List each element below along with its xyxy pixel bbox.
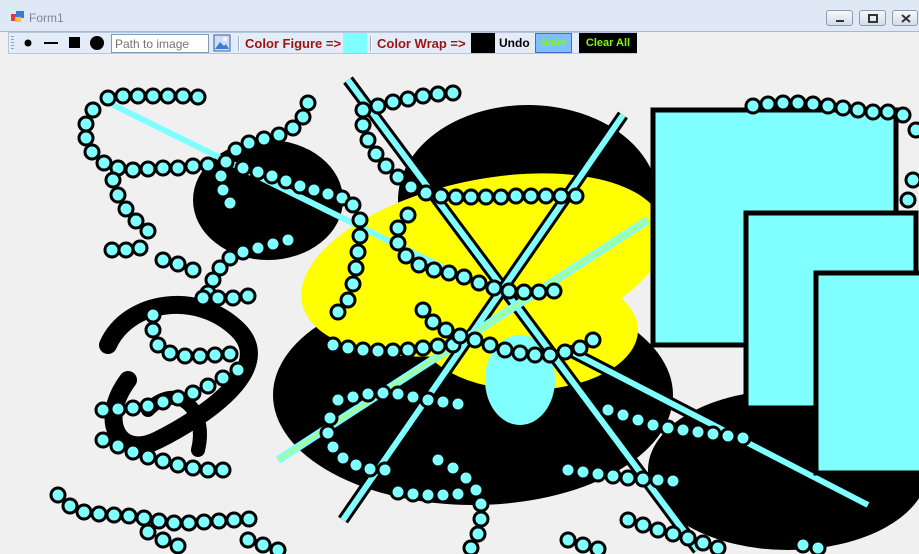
- title-bar: Form1: [0, 0, 919, 32]
- small-dot-icon[interactable]: [21, 33, 35, 53]
- wrap-color-swatch[interactable]: [471, 33, 495, 53]
- window-title: Form1: [29, 11, 64, 25]
- separator: [238, 36, 240, 51]
- image-icon[interactable]: [213, 34, 231, 54]
- drawing-canvas[interactable]: [8, 54, 919, 554]
- figure-color-swatch[interactable]: [343, 33, 367, 53]
- large-dot-icon[interactable]: [88, 33, 106, 53]
- color-wrap-label: Color Wrap =>: [377, 36, 466, 51]
- minimize-icon: [836, 20, 844, 22]
- square-icon[interactable]: [67, 33, 81, 53]
- path-input[interactable]: [111, 34, 209, 53]
- app-icon: [11, 11, 24, 22]
- maximize-icon: [868, 14, 878, 23]
- minimize-button[interactable]: [826, 10, 853, 26]
- toolbar-grip[interactable]: [11, 36, 14, 51]
- maximize-button[interactable]: [859, 10, 886, 26]
- color-figure-label: Color Figure =>: [245, 36, 342, 51]
- save-button[interactable]: Save: [535, 33, 572, 53]
- separator: [370, 36, 372, 51]
- clear-all-button[interactable]: Clear All: [579, 33, 637, 53]
- line-icon[interactable]: [42, 33, 60, 53]
- undo-button[interactable]: Undo: [499, 36, 530, 50]
- toolbar: Color Figure => Color Wrap => Undo Save …: [8, 32, 637, 54]
- close-icon: [901, 14, 911, 23]
- close-button[interactable]: [892, 10, 918, 26]
- drawing-layer: [49, 76, 919, 554]
